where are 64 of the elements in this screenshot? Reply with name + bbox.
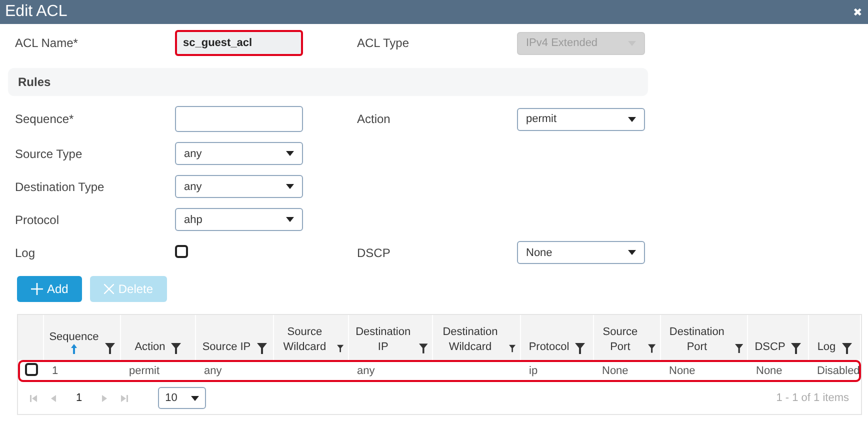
text-field[interactable] (175, 106, 303, 132)
table-cell-text: None (668, 365, 696, 377)
select-field[interactable]: permit (517, 108, 645, 130)
column-header[interactable]: DSCP (748, 315, 809, 360)
checkbox[interactable] (25, 363, 38, 376)
select-field[interactable]: None (517, 241, 645, 264)
caret-icon (286, 151, 294, 156)
field-label: Action (357, 112, 392, 126)
column-header[interactable]: Action (121, 315, 196, 360)
filter-icon[interactable] (842, 343, 852, 354)
column-header[interactable]: Log (809, 315, 861, 360)
table-cell-text: permit (128, 365, 161, 377)
field-label: Destination Type (15, 180, 106, 194)
column-header[interactable]: Destination Wildcard (433, 315, 521, 360)
filter-icon[interactable] (256, 343, 267, 354)
column-header[interactable]: Source Port (594, 315, 661, 360)
filter-icon[interactable] (509, 343, 516, 354)
window-title: Edit ACL (5, 3, 68, 21)
table-row[interactable]: 1 permit any any ip None None None Disabled (18, 360, 861, 382)
filter-icon[interactable] (734, 343, 743, 354)
column-header[interactable]: Source IP (196, 315, 274, 360)
page-number[interactable]: 1 (70, 392, 88, 404)
table-cell-text: 1 (51, 365, 60, 377)
table-cell-text: any (203, 365, 223, 377)
filter-icon[interactable] (337, 343, 344, 354)
plus-icon (31, 283, 43, 295)
caret-icon (286, 217, 294, 222)
section-title: Rules (18, 75, 51, 89)
checkbox[interactable] (175, 244, 188, 258)
page-size-select[interactable]: 10 (158, 387, 206, 409)
table-cell-text: any (356, 365, 376, 377)
filter-icon[interactable] (104, 343, 115, 354)
field-label: Sequence* (15, 112, 75, 126)
caret-icon (628, 250, 636, 255)
column-header[interactable]: Destination IP (349, 315, 433, 360)
table-cell-text: Disabled (816, 365, 860, 377)
field-label: ACL Type (357, 36, 410, 50)
caret-icon (191, 396, 200, 400)
filter-icon[interactable] (419, 343, 428, 354)
close-icon (104, 284, 114, 294)
filter-icon[interactable] (791, 343, 802, 354)
column-header[interactable]: Sequence (44, 315, 121, 360)
field-label: Log (15, 246, 36, 260)
filter-icon[interactable] (575, 343, 586, 354)
caret-icon (628, 116, 636, 122)
column-header[interactable]: Protocol (521, 315, 594, 360)
table-cell-text: None (601, 365, 630, 377)
filter-icon[interactable] (648, 343, 656, 354)
table-cell-text: None (755, 365, 784, 377)
text-field[interactable]: sc_guest_acl (175, 30, 303, 56)
table-cell-text: ip (528, 365, 539, 377)
field-label: Protocol (15, 212, 60, 226)
field-label: ACL Name* (15, 36, 79, 50)
select-field[interactable]: any (175, 175, 303, 198)
filter-icon[interactable] (171, 343, 182, 354)
column-header[interactable]: Destination Port (661, 315, 748, 360)
select-field[interactable]: ahp (175, 208, 303, 231)
field-label: Source Type (15, 146, 84, 160)
select-field[interactable]: any (175, 142, 303, 165)
pager-summary: 1 - 1 of 1 items (776, 392, 849, 404)
column-header[interactable]: Source Wildcard (274, 315, 349, 360)
close-button[interactable]: ✖ (853, 6, 862, 18)
field-label: DSCP (357, 246, 392, 260)
caret-icon (286, 184, 294, 189)
